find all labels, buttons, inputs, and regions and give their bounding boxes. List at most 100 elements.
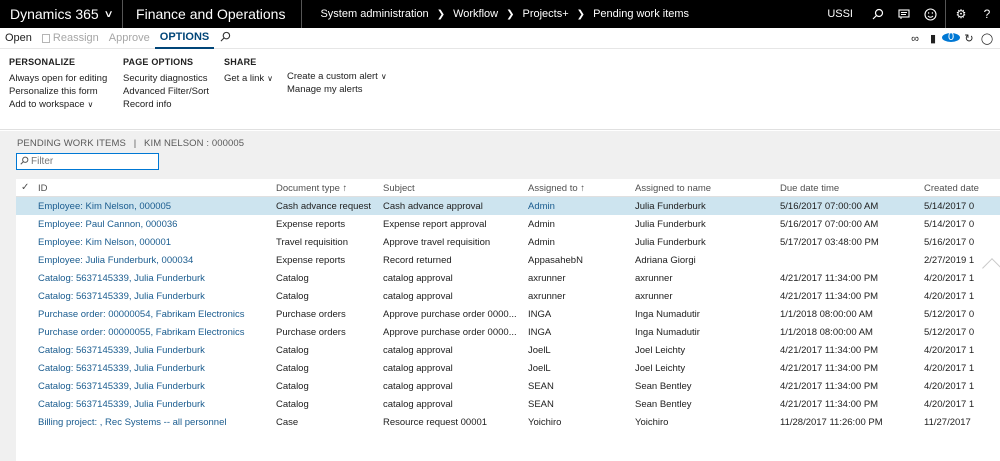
filter-input[interactable] xyxy=(31,156,151,167)
table-row[interactable]: Employee: Julia Funderburk, 000034 Expens… xyxy=(16,251,1000,269)
cell-assigned-to: Admin xyxy=(528,237,555,248)
table-row[interactable]: Purchase order: 00000054, Fabrikam Elect… xyxy=(16,305,1000,323)
cell-id[interactable]: Catalog: 5637145339, Julia Funderburk xyxy=(38,381,272,392)
breadcrumb-item-pending-work-items[interactable]: Pending work items xyxy=(593,8,689,20)
chevron-right-icon: ❯ xyxy=(576,8,586,20)
ribbon-group-title: PERSONALIZE xyxy=(9,57,76,67)
cell-created-date: 4/20/2017 1 xyxy=(924,399,975,410)
advanced-filter-sort-button[interactable]: Advanced Filter/Sort xyxy=(123,86,209,99)
cell-id[interactable]: Catalog: 5637145339, Julia Funderburk xyxy=(38,345,272,356)
cell-subject: Approve travel requisition xyxy=(383,237,491,248)
cell-id[interactable]: Employee: Kim Nelson, 000005 xyxy=(38,201,272,212)
cell-subject: Resource request 00001 xyxy=(383,417,488,428)
cell-created-date: 4/20/2017 1 xyxy=(924,291,975,302)
cell-subject: catalog approval xyxy=(383,381,453,392)
tab-options[interactable]: OPTIONS xyxy=(154,28,215,49)
record-info-button[interactable]: Record info xyxy=(123,99,209,112)
breadcrumb-item-workflow[interactable]: Workflow xyxy=(453,8,498,20)
table-row[interactable]: Catalog: 5637145339, Julia Funderburk Cat… xyxy=(16,377,1000,395)
smiley-feedback-icon[interactable] xyxy=(917,0,943,28)
breadcrumb-item-system-administration[interactable]: System administration xyxy=(320,8,428,20)
ribbon-group-alerts: Create a custom alert ∨ Manage my alerts xyxy=(287,71,387,97)
cell-document-type: Catalog xyxy=(276,381,309,392)
breadcrumb-item-projects[interactable]: Projects+ xyxy=(523,8,569,20)
cell-due-date-time: 4/21/2017 11:34:00 PM xyxy=(780,273,879,284)
module-name[interactable]: Finance and Operations xyxy=(123,0,303,28)
cell-assigned-to: axrunner xyxy=(528,291,566,302)
help-icon[interactable]: ? xyxy=(974,0,1000,28)
cell-id[interactable]: Billing project: , Rec Systems -- all pe… xyxy=(38,417,272,428)
personalize-form-button[interactable]: Personalize this form xyxy=(9,86,107,99)
cell-due-date-time: 4/21/2017 11:34:00 PM xyxy=(780,291,879,302)
cell-document-type: Catalog xyxy=(276,399,309,410)
refresh-icon[interactable]: ↻ xyxy=(960,32,978,45)
cell-subject: catalog approval xyxy=(383,345,453,356)
cell-subject: Record returned xyxy=(383,255,452,266)
filter-field[interactable] xyxy=(16,153,159,170)
chevron-down-icon: ∨ xyxy=(103,8,114,20)
cell-id[interactable]: Catalog: 5637145339, Julia Funderburk xyxy=(38,363,272,374)
company-picker[interactable]: USSI xyxy=(827,8,853,20)
table-row[interactable]: Catalog: 5637145339, Julia Funderburk Cat… xyxy=(16,269,1000,287)
cell-id[interactable]: Purchase order: 00000055, Fabrikam Elect… xyxy=(38,327,272,338)
cell-due-date-time: 4/21/2017 11:34:00 PM xyxy=(780,399,879,410)
add-to-workspace-button[interactable]: Add to workspace ∨ xyxy=(9,99,107,112)
action-search-icon[interactable] xyxy=(214,31,237,45)
cell-subject: Expense report approval xyxy=(383,219,487,230)
column-header-created-date[interactable]: Created date xyxy=(924,183,979,194)
app-switcher[interactable]: Dynamics 365 ∨ xyxy=(0,0,124,28)
table-row[interactable]: Purchase order: 00000055, Fabrikam Elect… xyxy=(16,323,1000,341)
attachments-icon[interactable]: 0 xyxy=(942,31,960,45)
cell-id[interactable]: Catalog: 5637145339, Julia Funderburk xyxy=(38,399,272,410)
cell-id[interactable]: Employee: Julia Funderburk, 000034 xyxy=(38,255,272,266)
table-row[interactable]: Billing project: , Rec Systems -- all pe… xyxy=(16,413,1000,431)
gear-icon[interactable]: ⚙ xyxy=(948,0,974,28)
table-row[interactable]: Employee: Paul Cannon, 000036 Expense rep… xyxy=(16,215,1000,233)
action-pane: Open Reassign Approve OPTIONS ∞ ▮ 0 ↻ ◯ xyxy=(0,28,1000,49)
table-row[interactable]: Catalog: 5637145339, Julia Funderburk Cat… xyxy=(16,341,1000,359)
cell-document-type: Catalog xyxy=(276,345,309,356)
approve-button[interactable]: Approve xyxy=(104,28,155,49)
office-icon[interactable]: ▮ xyxy=(924,32,942,45)
cell-id[interactable]: Employee: Paul Cannon, 000036 xyxy=(38,219,272,230)
table-row[interactable]: Employee: Kim Nelson, 000005 Cash advance… xyxy=(16,197,1000,215)
column-header-document-type[interactable]: Document type ↑ xyxy=(276,183,347,194)
column-header-assigned-to-label: Assigned to xyxy=(528,183,578,194)
cell-id[interactable]: Catalog: 5637145339, Julia Funderburk xyxy=(38,291,272,302)
open-button[interactable]: Open xyxy=(0,28,37,49)
cell-subject: Approve purchase order 0000... xyxy=(383,327,517,338)
app-name: Dynamics 365 xyxy=(10,6,99,22)
cell-id[interactable]: Catalog: 5637145339, Julia Funderburk xyxy=(38,273,272,284)
chevron-down-icon: ∨ xyxy=(380,72,387,81)
reassign-icon xyxy=(41,33,50,43)
reassign-button[interactable]: Reassign xyxy=(37,28,104,49)
manage-my-alerts-button[interactable]: Manage my alerts xyxy=(287,84,387,97)
cell-created-date: 5/16/2017 0 xyxy=(924,237,975,248)
cell-id[interactable]: Employee: Kim Nelson, 000001 xyxy=(38,237,272,248)
table-row[interactable]: Catalog: 5637145339, Julia Funderburk Cat… xyxy=(16,395,1000,413)
column-header-subject[interactable]: Subject xyxy=(383,183,415,194)
attachments-count-badge: 0 xyxy=(942,31,960,42)
always-open-for-editing-button[interactable]: Always open for editing xyxy=(9,73,107,86)
table-row[interactable]: Employee: Kim Nelson, 000001 Travel requi… xyxy=(16,233,1000,251)
create-custom-alert-button[interactable]: Create a custom alert ∨ xyxy=(287,71,387,84)
top-navigation-bar: Dynamics 365 ∨ Finance and Operations Sy… xyxy=(0,0,1000,28)
get-a-link-button[interactable]: Get a link ∨ xyxy=(224,73,273,86)
column-header-assigned-to[interactable]: Assigned to ↑ xyxy=(528,183,585,194)
select-all-checkmark-icon[interactable]: ✓ xyxy=(21,182,29,193)
security-diagnostics-button[interactable]: Security diagnostics xyxy=(123,73,209,86)
cell-id[interactable]: Purchase order: 00000054, Fabrikam Elect… xyxy=(38,309,272,320)
page-title: PENDING WORK ITEMS | KIM NELSON : 000005 xyxy=(17,138,244,149)
link-icon[interactable]: ∞ xyxy=(906,33,924,45)
column-header-assigned-to-name[interactable]: Assigned to name xyxy=(635,183,711,194)
message-icon[interactable] xyxy=(891,0,917,28)
close-window-icon[interactable]: ◯ xyxy=(978,32,996,45)
cell-assigned-to-name: Inga Numadutir xyxy=(635,309,700,320)
column-header-id[interactable]: ID xyxy=(38,183,48,194)
table-row[interactable]: Catalog: 5637145339, Julia Funderburk Cat… xyxy=(16,287,1000,305)
search-icon[interactable] xyxy=(865,0,891,28)
chevron-down-icon: ∨ xyxy=(87,100,94,109)
table-row[interactable]: Catalog: 5637145339, Julia Funderburk Cat… xyxy=(16,359,1000,377)
column-header-due-date-time[interactable]: Due date time xyxy=(780,183,839,194)
cell-subject: catalog approval xyxy=(383,291,453,302)
